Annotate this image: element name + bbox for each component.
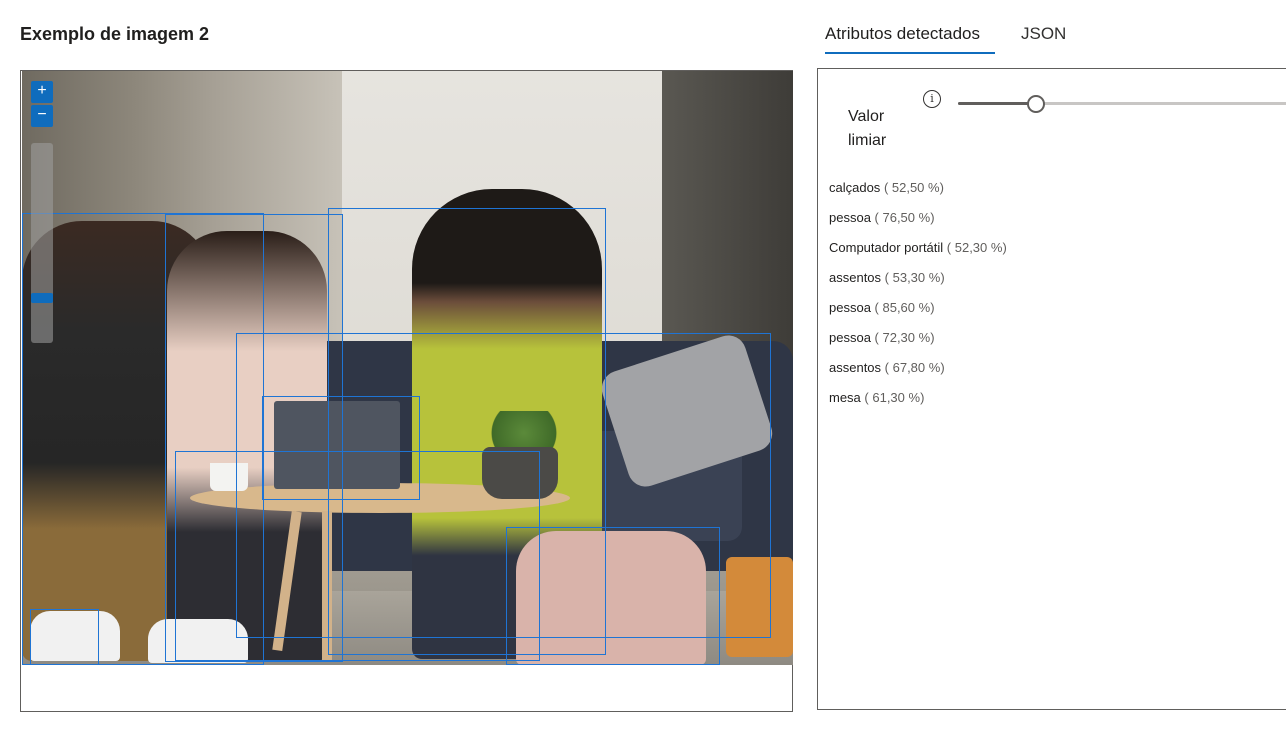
threshold-slider-track[interactable] (958, 102, 1286, 105)
attribute-confidence: ( 85,60 %) (874, 300, 935, 315)
zoom-slider-track[interactable] (31, 143, 53, 343)
tab-json[interactable]: JSON (1021, 24, 1066, 44)
threshold-slider-fill (958, 102, 1037, 105)
list-item: pessoa ( 72,30 %) (829, 329, 1007, 359)
tab-atributos-detectados[interactable]: Atributos detectados (825, 24, 980, 44)
image-viewer[interactable]: + − (20, 70, 793, 712)
active-tab-indicator (825, 52, 995, 54)
attribute-name: pessoa (829, 300, 871, 315)
list-item: calçados ( 52,50 %) (829, 179, 1007, 209)
info-icon[interactable]: i (923, 90, 941, 108)
threshold-slider-thumb[interactable] (1027, 95, 1046, 113)
zoom-in-button[interactable]: + (31, 81, 53, 103)
zoom-out-button[interactable]: − (31, 105, 53, 127)
attribute-confidence: ( 61,30 %) (864, 390, 925, 405)
attribute-name: Computador portátil (829, 240, 944, 255)
sample-photo (22, 71, 793, 665)
detection-box-mesa[interactable] (506, 527, 720, 665)
attribute-confidence: ( 52,30 %) (946, 240, 1007, 255)
attribute-name: mesa (829, 390, 861, 405)
zoom-slider-thumb[interactable] (31, 293, 53, 303)
list-item: mesa ( 61,30 %) (829, 389, 1007, 419)
list-item: pessoa ( 76,50 %) (829, 209, 1007, 239)
attribute-name: pessoa (829, 210, 871, 225)
list-item: assentos ( 67,80 %) (829, 359, 1007, 389)
list-item: assentos ( 53,30 %) (829, 269, 1007, 299)
attribute-confidence: ( 76,50 %) (874, 210, 935, 225)
attribute-confidence: ( 67,80 %) (884, 360, 945, 375)
attribute-name: pessoa (829, 330, 871, 345)
attribute-name: assentos (829, 270, 882, 285)
attributes-panel: Valor limiar i calçados ( 52,50 %) pesso… (817, 68, 1286, 710)
attribute-confidence: ( 52,50 %) (883, 180, 944, 195)
attribute-confidence: ( 53,30 %) (884, 270, 945, 285)
page-title: Exemplo de imagem 2 (20, 24, 210, 44)
attribute-name: calçados (829, 180, 881, 195)
attribute-name: assentos (829, 360, 882, 375)
detected-attributes-list: calçados ( 52,50 %) pessoa ( 76,50 %) Co… (829, 179, 1007, 419)
threshold-label: Valor limiar (848, 108, 887, 149)
attribute-confidence: ( 72,30 %) (874, 330, 935, 345)
list-item: Computador portátil ( 52,30 %) (829, 239, 1007, 269)
list-item: pessoa ( 85,60 %) (829, 299, 1007, 329)
